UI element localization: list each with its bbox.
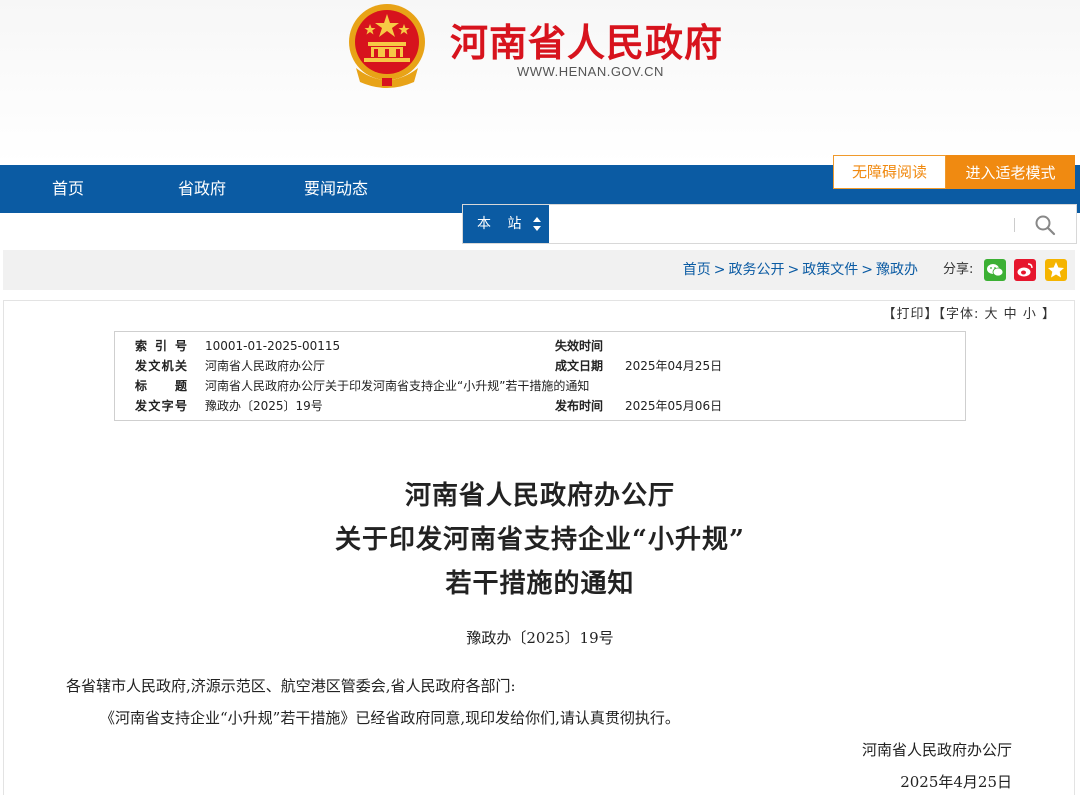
wechat-icon[interactable] — [984, 259, 1006, 281]
index-number-value: 10001-01-2025-00115 — [205, 339, 341, 353]
breadcrumb-yuzhengban[interactable]: 豫政办 — [876, 262, 918, 278]
article-content: 【打印】【字体: 大 中 小 】 索 引 号 10001-01-2025-001… — [3, 300, 1075, 795]
font-size-label: 【字体: — [938, 307, 980, 322]
publish-date-value: 2025年05月06日 — [625, 399, 723, 413]
search-divider — [1014, 218, 1015, 232]
font-large-button[interactable]: 大 — [985, 307, 999, 322]
qzone-star-icon[interactable] — [1045, 259, 1067, 281]
title-value: 河南省人民政府办公厅关于印发河南省支持企业“小升规”若干措施的通知 — [205, 379, 590, 393]
body-paragraph: 《河南省支持企业“小升规”若干措施》已经省政府同意,现印发给你们,请认真贯彻执行… — [100, 709, 680, 727]
weibo-icon[interactable] — [1014, 259, 1036, 281]
document-title-line-1: 河南省人民政府办公厅 — [404, 481, 675, 511]
document-number: 豫政办〔2025〕19号 — [466, 629, 614, 647]
print-button[interactable]: 【打印】 — [882, 307, 938, 322]
font-small-button[interactable]: 小 — [1023, 307, 1037, 322]
site-url: WWW.HENAN.GOV.CN — [517, 64, 664, 79]
search-bar: 本 站 — [462, 204, 1077, 244]
share-label: 分享: — [943, 262, 974, 277]
created-date-label: 成文日期 — [555, 359, 604, 373]
meta-row: 发文字号 豫政办〔2025〕19号 发布时间 2025年05月06日 — [115, 396, 967, 416]
article-tools: 【打印】【字体: 大 中 小 】 — [882, 303, 1056, 322]
breadcrumb-bar: 首页 > 政务公开 > 政策文件 > 豫政办 分享: — [3, 250, 1075, 290]
index-number-label: 索 引 号 — [135, 339, 187, 353]
issuer-label: 发文机关 — [135, 359, 187, 373]
signature-organization: 河南省人民政府办公厅 — [861, 741, 1012, 759]
title-label: 标 题 — [135, 379, 187, 393]
site-header: 河南省人民政府 WWW.HENAN.GOV.CN — [0, 0, 1080, 165]
breadcrumb-separator: > — [861, 262, 873, 278]
recipients-paragraph: 各省辖市人民政府,济源示范区、航空港区管委会,省人民政府各部门: — [66, 677, 516, 695]
sort-arrows-icon — [533, 217, 541, 231]
created-date-value: 2025年04月25日 — [625, 359, 723, 373]
breadcrumb: 首页 > 政务公开 > 政策文件 > 豫政办 — [683, 250, 918, 290]
search-icon[interactable] — [1033, 213, 1057, 237]
document-metadata-table: 索 引 号 10001-01-2025-00115 失效时间 发文机关 河南省人… — [114, 331, 966, 421]
document-title-line-2: 关于印发河南省支持企业“小升规” — [335, 525, 745, 555]
breadcrumb-home[interactable]: 首页 — [683, 262, 711, 278]
nav-item-provincial-government[interactable]: 省政府 — [178, 165, 226, 213]
issuer-value: 河南省人民政府办公厅 — [205, 359, 326, 373]
publish-date-label: 发布时间 — [555, 399, 604, 413]
meta-row: 索 引 号 10001-01-2025-00115 失效时间 — [115, 336, 967, 356]
search-scope-label: 本 站 — [477, 216, 528, 232]
site-title: 河南省人民政府 — [450, 21, 724, 65]
document-number-label: 发文字号 — [135, 399, 187, 413]
breadcrumb-separator: > — [713, 262, 726, 278]
national-emblem-icon — [349, 4, 425, 88]
search-input[interactable] — [553, 209, 1013, 239]
document-title-line-3: 若干措施的通知 — [445, 569, 635, 599]
nav-item-home[interactable]: 首页 — [52, 165, 84, 213]
document-number-value: 豫政办〔2025〕19号 — [205, 399, 323, 413]
meta-row: 发文机关 河南省人民政府办公厅 成文日期 2025年04月25日 — [115, 356, 967, 376]
meta-row: 标 题 河南省人民政府办公厅关于印发河南省支持企业“小升规”若干措施的通知 — [115, 376, 967, 396]
elder-mode-button[interactable]: 进入适老模式 — [946, 155, 1075, 189]
nav-item-news[interactable]: 要闻动态 — [304, 165, 368, 213]
search-scope-select[interactable]: 本 站 — [463, 205, 549, 243]
font-medium-button[interactable]: 中 — [1004, 307, 1018, 322]
breadcrumb-separator: > — [787, 262, 800, 278]
barrier-free-reading-button[interactable]: 无障碍阅读 — [833, 155, 946, 189]
breadcrumb-policy-documents[interactable]: 政策文件 — [802, 262, 858, 278]
expiry-label: 失效时间 — [555, 339, 604, 353]
signature-date: 2025年4月25日 — [900, 773, 1012, 791]
font-size-close: 】 — [1041, 307, 1056, 322]
breadcrumb-government-affairs[interactable]: 政务公开 — [729, 262, 785, 278]
